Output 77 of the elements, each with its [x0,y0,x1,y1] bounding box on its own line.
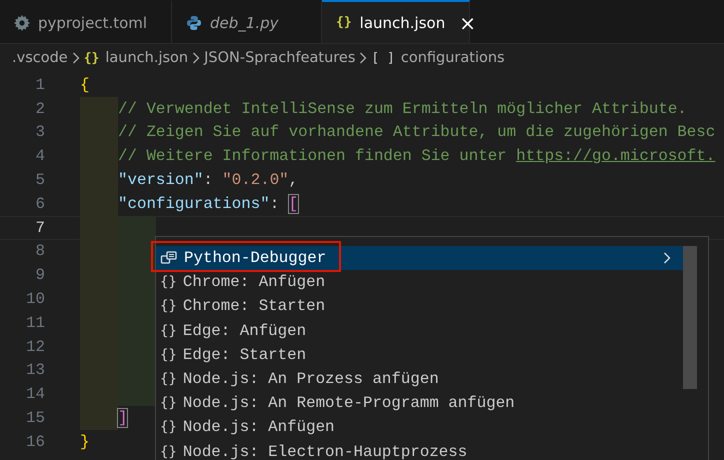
line-number: 4 [34,147,46,166]
matched-bracket: ] [118,409,128,428]
line-number: 7 [34,218,46,237]
module-icon [160,250,178,266]
line-number: 1 [34,76,46,94]
line-number: 16 [25,432,46,451]
braces-icon: {} [160,371,177,388]
suggestion-item[interactable]: Python-Debugger [156,246,683,270]
breadcrumb-item[interactable]: configurations [400,50,505,66]
code-token: "version" [118,171,204,190]
brackets-icon: [ ] [371,50,395,66]
braces-icon: {} [84,50,100,66]
suggestion-item[interactable]: {} Node.js: Electron-Hauptprozess [156,440,683,460]
suggestion-label: Edge: Anfügen [182,322,306,340]
suggestion-label: Python-Debugger [184,249,326,268]
line-number: 11 [25,314,46,332]
code-token: "configurations" [118,194,270,213]
braces-icon: {} [160,419,177,436]
indent-guide [118,216,156,240]
suggestion-label: Node.js: An Prozess anfügen [182,370,439,388]
tab-label: pyproject.toml [38,14,148,32]
braces-icon: {} [160,322,177,339]
code-link[interactable]: https://go.microsoft. [516,147,716,166]
suggestion-item[interactable]: {} Node.js: An Prozess anfügen [156,366,683,392]
code-token: "0.2.0" [222,171,289,190]
python-icon [186,14,202,30]
indent-guide [80,406,118,430]
line-number: 15 [25,409,46,428]
line-number: 2 [34,100,46,118]
chevron-icon [192,52,200,64]
line-number: 12 [25,338,46,356]
indent-guide [118,382,156,406]
suggestion-item[interactable]: {} Edge: Starten [156,342,683,367]
suggestion-label: Node.js: Electron-Hauptprozess [182,442,468,460]
line-number: 9 [34,266,46,284]
line-number: 8 [34,242,46,260]
suggestion-label: Chrome: Anfügen [182,273,326,292]
code-token: // Zeigen Sie auf vorhandene Attribute, um die zugehörigen Besc [118,123,716,142]
braces-icon: {} [160,346,177,363]
tab-label: launch.json [360,14,446,32]
chevron-icon [72,52,80,64]
suggestion-item[interactable]: {} Edge: Anfügen [156,318,683,343]
braces-icon: {} [160,444,177,460]
suggestion-item[interactable]: {} Chrome: Anfügen [156,270,683,294]
suggestion-item[interactable]: {} Node.js: Anfügen [156,415,683,440]
braces-icon: {} [160,395,177,412]
braces-icon: {} [336,15,352,30]
chevron-icon[interactable] [663,252,671,264]
gear-icon [14,14,30,30]
suggestion-label: Node.js: An Remote-Programm anfügen [182,394,515,412]
braces-icon: {} [160,298,177,314]
braces-icon: {} [160,274,177,290]
breadcrumb-item[interactable]: .vscode [12,50,68,66]
code-token: { [80,76,90,94]
chevron-icon [359,52,368,64]
code-token: : [270,194,280,213]
line-number: 5 [34,171,46,190]
code-token: , [288,171,298,190]
line-number: 10 [25,290,46,308]
tab-label: deb_1.py [210,14,278,32]
suggestion-label: Node.js: Anfügen [182,418,335,436]
scrollbar-thumb[interactable] [683,246,697,389]
line-number: 13 [25,361,46,380]
line-number: 14 [25,385,46,404]
breadcrumb-item[interactable]: launch.json [105,50,188,66]
code-token: : [203,171,214,190]
suggestion-item[interactable]: {} Chrome: Starten [156,294,683,319]
code-token: // Weitere Informationen finden Sie unter [118,147,508,166]
breadcrumb-item[interactable]: JSON-Sprachfeatures [204,50,356,66]
suggestion-label: Chrome: Starten [182,297,326,316]
suggestion-item[interactable]: {} Node.js: An Remote-Programm anfügen [156,391,683,416]
line-number: 3 [34,123,46,142]
line-number: 6 [34,194,46,213]
code-token: } [80,432,90,451]
code-token: // Verwendet IntelliSense zum Ermitteln möglicher Attribute. [118,100,687,118]
matched-bracket: [ [288,194,298,213]
suggestion-label: Edge: Starten [182,346,306,364]
